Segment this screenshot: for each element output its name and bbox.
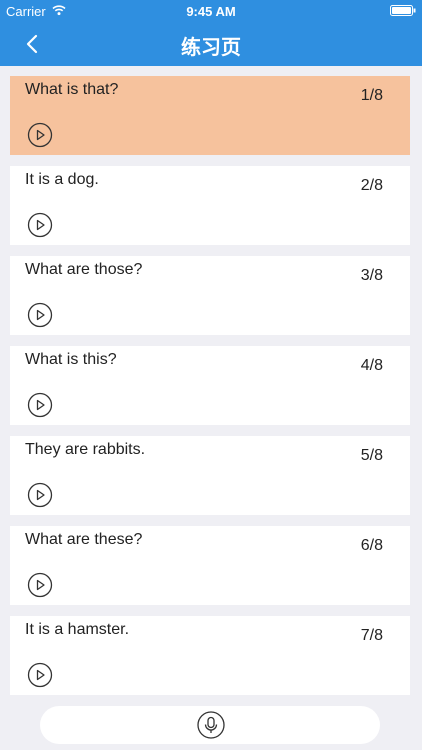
sentence-counter: 1/8 (360, 87, 383, 104)
status-bar: Carrier 9:45 AM (0, 0, 422, 22)
list-item[interactable]: What is this? 4/8 (10, 346, 410, 425)
list-item[interactable]: They are rabbits. 5/8 (10, 436, 410, 515)
sentence-counter: 4/8 (360, 357, 383, 374)
sentence-text: It is a dog. (25, 171, 99, 188)
play-circle-icon[interactable] (27, 392, 53, 418)
status-time: 9:45 AM (186, 4, 236, 19)
list-item[interactable]: What is that? 1/8 (10, 76, 410, 155)
app-header: Carrier 9:45 AM 练习页 (0, 0, 422, 66)
sentence-text: What are those? (25, 261, 143, 278)
sentence-counter: 5/8 (360, 447, 383, 464)
play-circle-icon[interactable] (27, 212, 53, 238)
play-circle-icon[interactable] (27, 482, 53, 508)
record-bar[interactable] (40, 706, 380, 744)
list-item[interactable]: It is a dog. 2/8 (10, 166, 410, 245)
play-circle-icon[interactable] (27, 302, 53, 328)
list-item[interactable]: What are those? 3/8 (10, 256, 410, 335)
sentence-text: They are rabbits. (25, 441, 146, 458)
nav-bar: 练习页 (0, 22, 422, 66)
microphone-icon[interactable] (197, 711, 225, 739)
play-circle-icon[interactable] (27, 572, 53, 598)
list-item[interactable]: What are these? 6/8 (10, 526, 410, 605)
battery-icon (390, 5, 416, 16)
page-title: 练习页 (181, 35, 241, 59)
sentence-text: What is that? (25, 81, 119, 98)
play-circle-icon[interactable] (27, 662, 53, 688)
sentence-list: What is that? 1/8 It is a dog. 2/8 What … (10, 76, 410, 706)
sentence-text: What is this? (25, 351, 117, 368)
sentence-counter: 7/8 (360, 627, 383, 644)
play-circle-icon[interactable] (27, 122, 53, 148)
sentence-counter: 3/8 (360, 267, 383, 284)
sentence-text: What are these? (25, 531, 143, 548)
sentence-counter: 6/8 (360, 537, 383, 554)
list-item[interactable]: It is a hamster. 7/8 (10, 616, 410, 695)
sentence-counter: 2/8 (360, 177, 383, 194)
sentence-text: It is a hamster. (25, 621, 130, 638)
